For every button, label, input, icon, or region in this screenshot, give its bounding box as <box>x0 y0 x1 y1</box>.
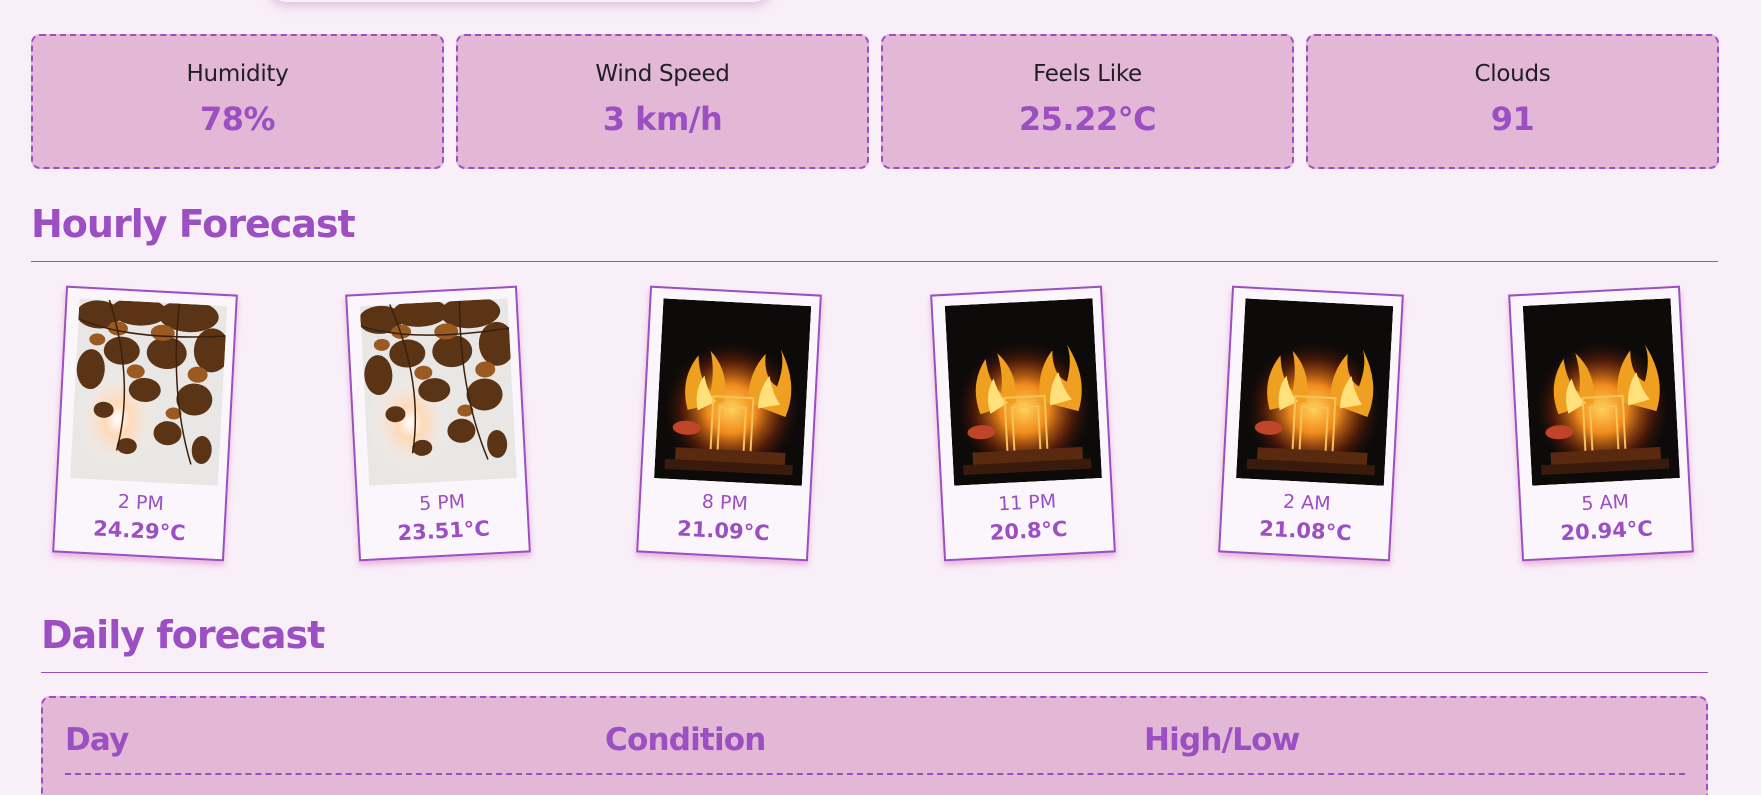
hourly-temp: 24.29°C <box>92 516 187 546</box>
hourly-temp: 21.09°C <box>676 516 771 546</box>
header-high-low: High/Low <box>1144 722 1300 758</box>
stat-value: 91 <box>1490 100 1535 138</box>
wind-speed-card: Wind Speed 3 km/h <box>456 34 869 169</box>
hourly-card[interactable]: 11 PM 20.8°C <box>930 285 1116 562</box>
weather-image <box>654 298 812 486</box>
hourly-temp: 23.51°C <box>396 516 491 546</box>
weather-image <box>70 298 228 486</box>
header-condition: Condition <box>605 722 766 758</box>
weather-image <box>944 298 1102 486</box>
weather-stats: Humidity 78% Wind Speed 3 km/h Feels Lik… <box>31 34 1719 169</box>
hourly-time: 11 PM <box>997 490 1057 516</box>
hourly-card[interactable]: 2 PM 24.29°C <box>52 285 238 562</box>
header-day: Day <box>65 722 129 758</box>
humidity-card: Humidity 78% <box>31 34 444 169</box>
hourly-temp: 20.8°C <box>989 516 1069 545</box>
weather-image <box>1236 298 1394 486</box>
stat-label: Humidity <box>186 61 289 87</box>
hourly-forecast-title: Hourly Forecast <box>31 202 356 246</box>
stat-value: 78% <box>199 100 276 138</box>
weather-image <box>1522 298 1680 486</box>
daily-forecast-table: Day Condition High/Low <box>41 696 1708 795</box>
hourly-card[interactable]: 2 AM 21.08°C <box>1218 285 1404 562</box>
hourly-temp: 21.08°C <box>1258 516 1353 546</box>
weather-image <box>359 298 517 486</box>
hourly-divider <box>31 261 1718 262</box>
hourly-time: 2 AM <box>1282 490 1332 516</box>
daily-divider <box>41 672 1708 673</box>
stat-label: Wind Speed <box>595 61 730 87</box>
header-card-edge <box>270 0 770 2</box>
hourly-time: 5 PM <box>418 490 466 516</box>
stat-label: Clouds <box>1474 61 1551 87</box>
header-divider <box>65 773 1685 775</box>
hourly-card[interactable]: 5 PM 23.51°C <box>345 285 531 562</box>
hourly-temp: 20.94°C <box>1559 516 1654 546</box>
hourly-card[interactable]: 8 PM 21.09°C <box>636 285 822 562</box>
hourly-time: 2 PM <box>117 490 165 516</box>
hourly-time: 5 AM <box>1580 490 1630 516</box>
stat-label: Feels Like <box>1033 61 1142 87</box>
clouds-card: Clouds 91 <box>1306 34 1719 169</box>
hourly-time: 8 PM <box>701 490 749 516</box>
daily-forecast-title: Daily forecast <box>41 613 325 657</box>
stat-value: 25.22°C <box>1018 100 1157 138</box>
hourly-card[interactable]: 5 AM 20.94°C <box>1508 285 1694 562</box>
weather-page: Humidity 78% Wind Speed 3 km/h Feels Lik… <box>0 0 1761 795</box>
feels-like-card: Feels Like 25.22°C <box>881 34 1294 169</box>
stat-value: 3 km/h <box>602 100 723 138</box>
